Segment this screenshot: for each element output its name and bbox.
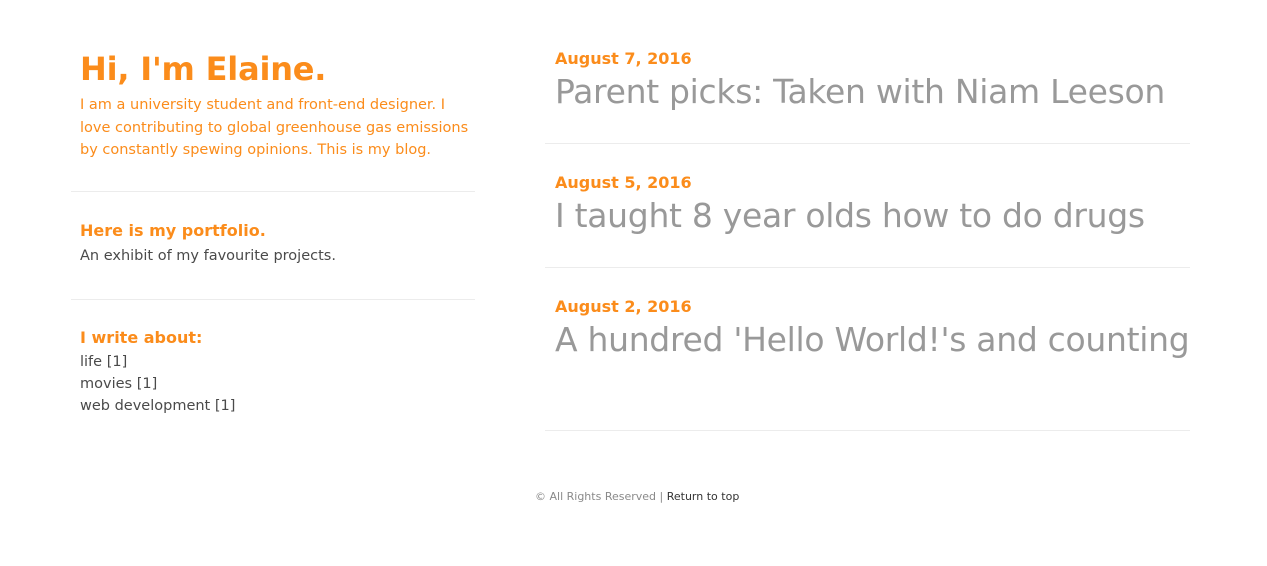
topic-link-web-development[interactable]: web development [1]: [80, 395, 475, 417]
intro-section: Hi, I'm Elaine. I am a university studen…: [71, 48, 475, 192]
copyright-text: © All Rights Reserved: [535, 490, 657, 503]
post-item[interactable]: August 2, 2016 A hundred 'Hello World!'s…: [545, 268, 1190, 431]
portfolio-section: Here is my portfolio. An exhibit of my f…: [71, 192, 475, 300]
post-date: August 5, 2016: [555, 173, 692, 192]
site-title[interactable]: Hi, I'm Elaine.: [80, 48, 475, 90]
topics-section: I write about: life [1] movies [1] web d…: [71, 300, 475, 418]
footer: © All Rights Reserved | Return to top: [535, 489, 739, 505]
post-item[interactable]: August 7, 2016 Parent picks: Taken with …: [545, 48, 1190, 144]
post-list: August 7, 2016 Parent picks: Taken with …: [545, 48, 1190, 431]
sidebar: Hi, I'm Elaine. I am a university studen…: [71, 48, 475, 417]
topics-heading: I write about:: [80, 327, 203, 347]
portfolio-link[interactable]: Here is my portfolio.: [80, 220, 475, 242]
post-title-link[interactable]: I taught 8 year olds how to do drugs: [555, 196, 1190, 235]
return-to-top-link[interactable]: Return to top: [667, 490, 740, 503]
portfolio-description: An exhibit of my favourite projects.: [80, 247, 336, 264]
author-bio: I am a university student and front-end …: [80, 97, 469, 158]
post-date: August 2, 2016: [555, 297, 692, 316]
footer-separator: |: [656, 490, 667, 503]
topic-link-life[interactable]: life [1]: [80, 351, 475, 373]
post-title-link[interactable]: Parent picks: Taken with Niam Leeson: [555, 72, 1190, 111]
post-title-link[interactable]: A hundred 'Hello World!'s and counting: [555, 320, 1190, 359]
topic-link-movies[interactable]: movies [1]: [80, 373, 475, 395]
topic-list: life [1] movies [1] web development [1]: [80, 351, 475, 418]
post-date: August 7, 2016: [555, 49, 692, 68]
post-item[interactable]: August 5, 2016 I taught 8 year olds how …: [545, 144, 1190, 268]
